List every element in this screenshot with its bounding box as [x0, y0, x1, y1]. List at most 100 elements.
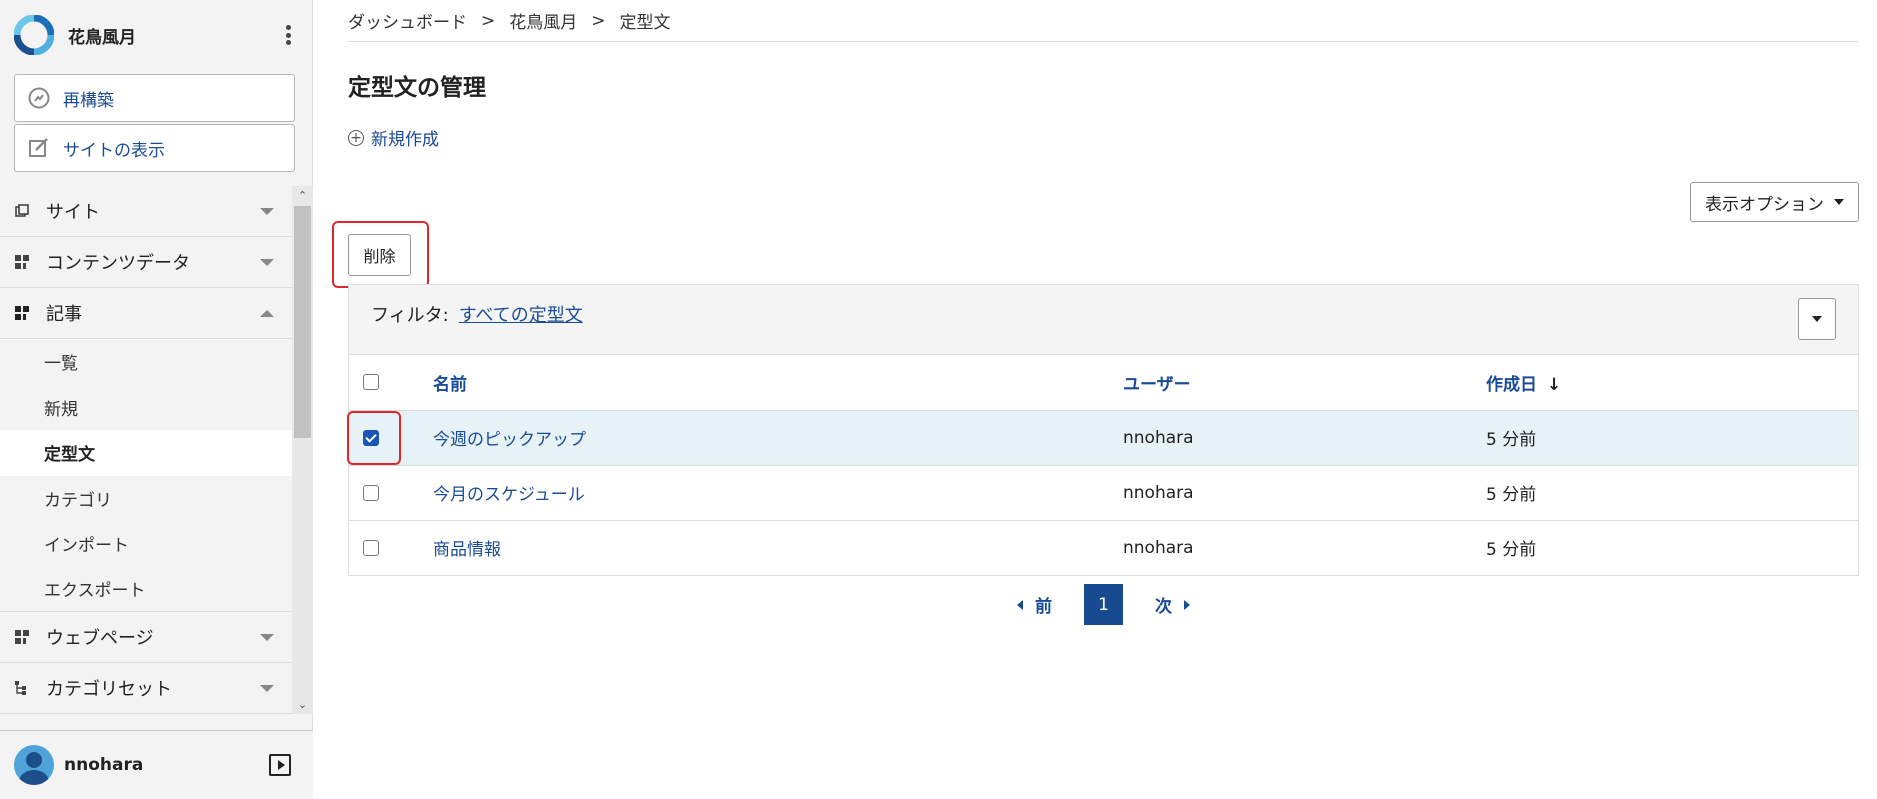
- scrollbar-thumb[interactable]: [294, 206, 311, 438]
- sidebar-item-label: コンテンツデータ: [46, 253, 190, 274]
- delete-button[interactable]: 削除: [348, 234, 411, 276]
- username[interactable]: nnohara: [64, 755, 269, 775]
- boilerplate-table: フィルタ: すべての定型文 名前 ユーザー 作成日 ↓ 今週のピックアップ nno…: [347, 284, 1859, 576]
- filter-value-link[interactable]: すべての定型文: [459, 301, 583, 327]
- row-name-link[interactable]: 商品情報: [433, 540, 501, 560]
- filter-bar: フィルタ: すべての定型文: [349, 285, 1858, 355]
- sidebar-subitem-new[interactable]: 新規: [0, 385, 292, 431]
- caret-down-icon: [1812, 316, 1822, 322]
- table-header-row: 名前 ユーザー 作成日 ↓: [349, 355, 1858, 411]
- sidebar-subitem-list[interactable]: 一覧: [0, 339, 292, 385]
- content-data-icon: [14, 254, 30, 270]
- sidebar-item-label: サイト: [46, 202, 100, 223]
- row-name: 今週のピックアップ: [433, 410, 1123, 466]
- row-name: 商品情報: [433, 520, 1123, 575]
- logo-icon: [13, 14, 55, 56]
- next-page-link[interactable]: 次: [1155, 592, 1190, 617]
- created-header-label: 作成日: [1486, 374, 1537, 395]
- row-user: nnohara: [1123, 410, 1486, 466]
- prev-page-link[interactable]: 前: [1017, 592, 1052, 617]
- row-checkbox[interactable]: [363, 539, 379, 556]
- main-content: ダッシュボード > 花鳥風月 > 定型文 定型文の管理 + 新規作成 表示オプシ…: [332, 0, 1859, 625]
- chevron-up-icon: [260, 309, 274, 317]
- view-site-button[interactable]: サイトの表示: [14, 124, 295, 172]
- row-created: 5 分前: [1486, 410, 1858, 466]
- sidebar-subitem-import[interactable]: インポート: [0, 521, 292, 567]
- row-user: nnohara: [1123, 537, 1194, 558]
- avatar[interactable]: [14, 745, 54, 785]
- sidebar-item-label: カテゴリセット: [46, 679, 172, 700]
- table-row[interactable]: 今週のピックアップ nnohara 5 分前: [347, 410, 1858, 466]
- caret-down-icon: [1834, 199, 1844, 205]
- row-name: 今月のスケジュール: [433, 465, 1123, 521]
- new-link-label: 新規作成: [371, 130, 439, 150]
- table-row[interactable]: 今月のスケジュール nnohara 5 分前: [349, 465, 1858, 521]
- sidebar: 花鳥風月 再構築 サイトの表示 サイト コンテンツデータ 記事 一覧 新規 定型…: [0, 0, 313, 799]
- chevron-down-icon: [260, 207, 274, 215]
- sidebar-item-content-data[interactable]: コンテンツデータ: [0, 237, 292, 288]
- column-header-user[interactable]: ユーザー: [1123, 355, 1486, 411]
- sidebar-item-label: 記事: [46, 304, 82, 325]
- view-options-label: 表示オプション: [1705, 194, 1824, 215]
- row-user: nnohara: [1123, 465, 1486, 521]
- next-label: 次: [1155, 597, 1172, 617]
- chevron-down-icon: [260, 258, 274, 266]
- caret-left-icon: [1017, 599, 1023, 610]
- rebuild-label: 再構築: [63, 90, 114, 111]
- row-created: 5 分前: [1486, 465, 1858, 521]
- entries-icon: [14, 305, 30, 321]
- filter-dropdown-button[interactable]: [1798, 298, 1836, 340]
- row-created: 5 分前: [1486, 540, 1537, 561]
- sidebar-item-category-sets[interactable]: カテゴリセット: [0, 663, 292, 714]
- row-checkbox[interactable]: [363, 484, 379, 501]
- sidebar-subitem-boilerplate[interactable]: 定型文: [0, 430, 292, 476]
- row-checkbox[interactable]: [363, 429, 379, 446]
- view-site-label: サイトの表示: [63, 140, 165, 161]
- scroll-down-icon[interactable]: ⌄: [297, 699, 308, 710]
- rebuild-button[interactable]: 再構築: [14, 74, 295, 122]
- plus-circle-icon: +: [348, 129, 364, 146]
- sidebar-item-label: ウェブページ: [46, 628, 154, 649]
- sidebar-nav: サイト コンテンツデータ 記事 一覧 新規 定型文 カテゴリ インポート エクス…: [0, 186, 292, 714]
- pagination: 前 1 次: [348, 584, 1859, 625]
- sidebar-item-webpages[interactable]: ウェブページ: [0, 612, 292, 663]
- webpages-icon: [14, 629, 30, 645]
- sort-desc-icon: ↓: [1547, 374, 1562, 395]
- sidebar-item-site[interactable]: サイト: [0, 186, 292, 237]
- breadcrumb: ダッシュボード > 花鳥風月 > 定型文: [348, 0, 1859, 42]
- breadcrumb-separator: >: [481, 10, 496, 31]
- row-checkbox-cell: [349, 465, 433, 521]
- sidebar-subitem-category[interactable]: カテゴリ: [0, 476, 292, 522]
- chevron-down-icon: [260, 684, 274, 692]
- page-title: 定型文の管理: [348, 75, 486, 101]
- filter-label: フィルタ:: [371, 305, 449, 326]
- more-options-icon[interactable]: [278, 22, 298, 48]
- row-name-link[interactable]: 今週のピックアップ: [433, 430, 586, 450]
- site-name: 花鳥風月: [68, 27, 136, 48]
- sidebar-scrollbar[interactable]: ⌃ ⌄: [292, 186, 313, 714]
- breadcrumb-site[interactable]: 花鳥風月: [509, 8, 577, 33]
- sidebar-footer: nnohara: [0, 730, 313, 799]
- sidebar-subitem-export[interactable]: エクスポート: [0, 567, 292, 612]
- row-checkbox-cell: [349, 520, 433, 575]
- edit-external-icon: [27, 136, 51, 160]
- breadcrumb-dashboard[interactable]: ダッシュボード: [348, 8, 467, 33]
- view-options-button[interactable]: 表示オプション: [1690, 182, 1859, 222]
- column-header-name[interactable]: 名前: [433, 355, 1123, 411]
- table-row[interactable]: 商品情報 nnohara 5 分前: [349, 520, 1858, 575]
- toggle-sidebar-icon[interactable]: [269, 754, 291, 776]
- page-number-current[interactable]: 1: [1084, 584, 1123, 625]
- column-header-created[interactable]: 作成日 ↓: [1486, 355, 1858, 411]
- sidebar-item-entries[interactable]: 記事: [0, 288, 292, 339]
- breadcrumb-separator: >: [591, 10, 606, 31]
- select-all-checkbox[interactable]: [363, 374, 379, 391]
- site-icon: [14, 203, 30, 219]
- prev-label: 前: [1035, 597, 1052, 617]
- rebuild-icon: [27, 86, 51, 110]
- row-name-link[interactable]: 今月のスケジュール: [433, 485, 585, 505]
- chevron-down-icon: [260, 633, 274, 641]
- scroll-up-icon[interactable]: ⌃: [297, 190, 308, 201]
- row-checkbox-cell: [347, 410, 433, 466]
- new-boilerplate-link[interactable]: + 新規作成: [348, 125, 439, 150]
- data-table: 名前 ユーザー 作成日 ↓ 今週のピックアップ nnohara 5 分前 今月のス…: [347, 355, 1858, 575]
